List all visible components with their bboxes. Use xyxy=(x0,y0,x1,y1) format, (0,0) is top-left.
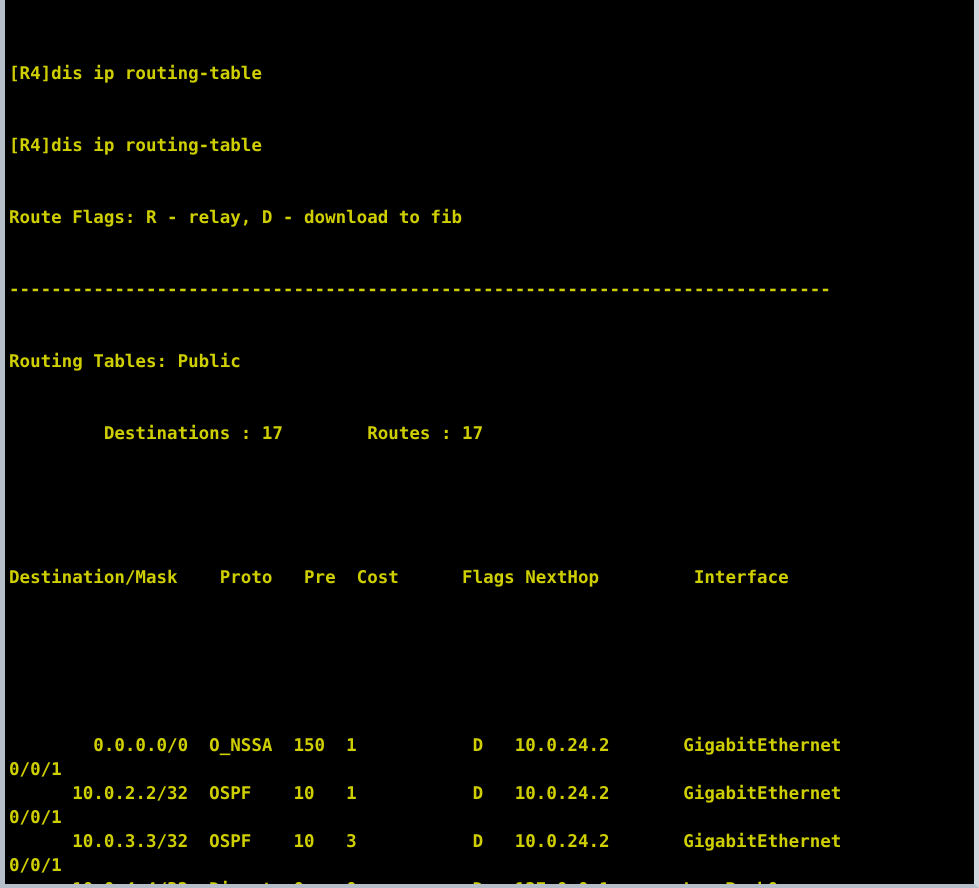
separator-rule: ----------------------------------------… xyxy=(9,280,831,300)
table-row: 10.0.2.2/32 OSPF 10 1 D 10.0.24.2 Gigabi… xyxy=(9,784,842,804)
summary-counts-line: Destinations : 17 Routes : 17 xyxy=(9,424,484,444)
table-row-wrap: 0/0/1 xyxy=(9,760,62,780)
table-header-row: Destination/Mask Proto Pre Cost Flags Ne… xyxy=(9,568,789,588)
table-row-wrap: 0/0/1 xyxy=(9,856,62,876)
prompt-command-line: [R4]dis ip routing-table xyxy=(9,136,262,156)
routing-table-rows: 0.0.0.0/0 O_NSSA 150 1 D 10.0.24.2 Gigab… xyxy=(5,734,974,884)
table-row-wrap: 0/0/1 xyxy=(9,808,62,828)
clipped-top-line: [R4]dis ip routing-table xyxy=(9,64,262,84)
routing-tables-scope-line: Routing Tables: Public xyxy=(9,352,241,372)
table-row: 10.0.4.4/32 Direct 0 0 D 127.0.0.1 LoopB… xyxy=(5,878,974,884)
terminal-screen[interactable]: [R4]dis ip routing-table [R4]dis ip rout… xyxy=(5,0,974,884)
table-row: 10.0.3.3/32 OSPF 10 3 D 10.0.24.2 Gigabi… xyxy=(9,832,842,852)
terminal-window[interactable]: [R4]dis ip routing-table [R4]dis ip rout… xyxy=(0,0,979,888)
route-flags-line: Route Flags: R - relay, D - download to … xyxy=(9,208,463,228)
table-row: 0.0.0.0/0 O_NSSA 150 1 D 10.0.24.2 Gigab… xyxy=(9,736,842,756)
